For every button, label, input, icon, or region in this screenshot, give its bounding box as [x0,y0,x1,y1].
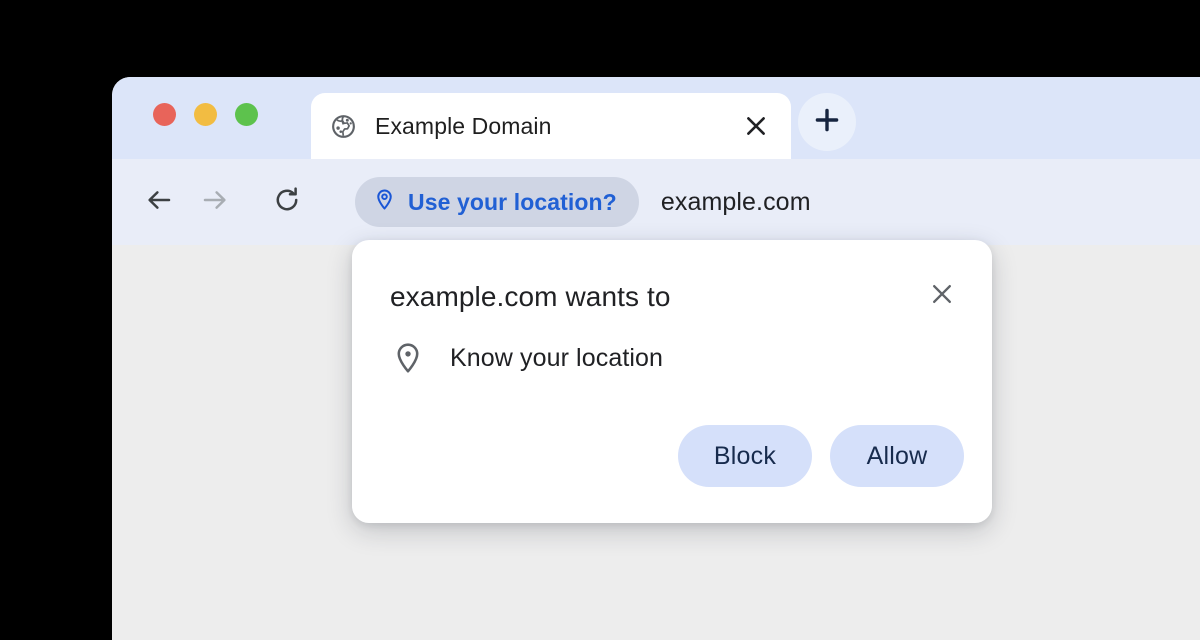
allow-button[interactable]: Allow [830,425,964,487]
tab-strip: Example Domain [112,77,1200,159]
location-pin-icon [390,340,426,376]
dialog-title: example.com wants to [390,281,671,312]
browser-toolbar: Use your location? example.com [112,159,1200,245]
desktop-background: Example Domain Use your location? exampl… [0,0,1200,640]
location-pin-icon [373,188,396,216]
close-icon [930,282,954,311]
back-button[interactable] [136,179,182,225]
location-permission-dialog: example.com wants to Know your location … [352,240,992,523]
location-permission-chip[interactable]: Use your location? [355,177,639,227]
forward-button[interactable] [192,179,238,225]
window-maximize-button[interactable] [235,103,258,126]
tab-title: Example Domain [375,112,552,139]
permission-item: Know your location [390,340,663,376]
window-traffic-lights [153,103,258,126]
address-bar[interactable]: Use your location? example.com [355,173,1200,231]
globe-icon [330,113,357,140]
dialog-actions: Block Allow [678,425,964,487]
window-close-button[interactable] [153,103,176,126]
reload-button[interactable] [264,179,310,225]
block-button[interactable]: Block [678,425,812,487]
permission-item-label: Know your location [450,343,664,372]
arrow-right-icon [200,185,230,220]
window-minimize-button[interactable] [194,103,217,126]
plus-icon [814,107,840,138]
arrow-left-icon [144,185,174,220]
tab-close-icon[interactable] [737,107,775,145]
address-bar-url: example.com [660,187,811,216]
new-tab-button[interactable] [798,93,856,151]
reload-icon [272,185,302,220]
dialog-header: example.com wants to [390,280,962,316]
dialog-close-button[interactable] [922,276,962,316]
browser-tab-active[interactable]: Example Domain [311,93,791,159]
location-permission-chip-label: Use your location? [408,188,617,215]
